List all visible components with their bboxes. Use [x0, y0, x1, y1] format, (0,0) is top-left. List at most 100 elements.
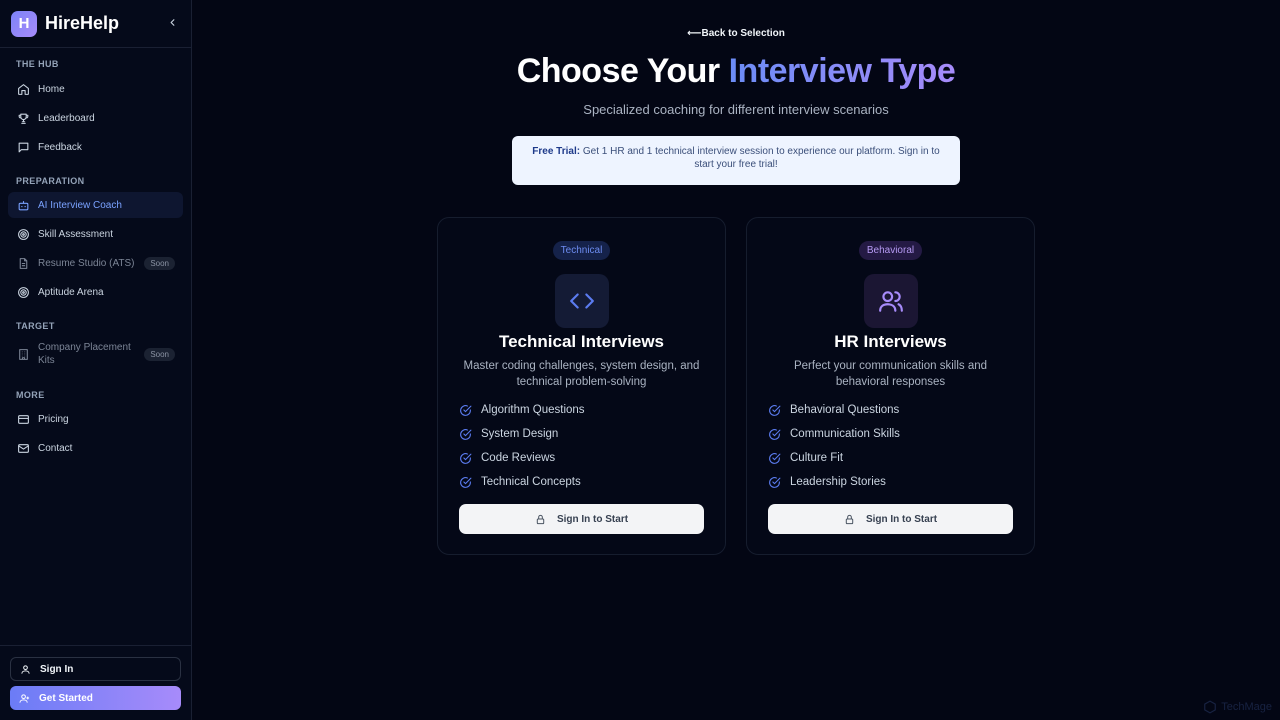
target-icon — [16, 227, 30, 241]
sidebar-item-label: Aptitude Arena — [38, 286, 104, 298]
feature-item: Culture Fit — [768, 446, 900, 470]
feature-item: Behavioral Questions — [768, 398, 900, 422]
check-circle-icon — [769, 428, 781, 440]
user-plus-icon — [19, 693, 30, 703]
sign-in-button[interactable]: Sign In — [10, 657, 181, 681]
sidebar-item-feedback[interactable]: Feedback — [8, 134, 183, 160]
trophy-icon — [16, 111, 30, 125]
check-circle-icon — [460, 476, 472, 488]
watermark-logo-icon — [1204, 700, 1217, 714]
target-icon — [16, 285, 30, 299]
page-title-plain: Choose Your — [516, 52, 729, 90]
feature-item: Algorithm Questions — [459, 398, 585, 422]
check-circle-icon — [769, 476, 781, 488]
card-title: Technical Interviews — [498, 332, 665, 351]
feature-label: Technical Concepts — [481, 476, 581, 488]
sidebar-item-label: Contact — [38, 442, 73, 454]
sidebar-item-label: Leaderboard — [38, 112, 95, 124]
users-icon — [864, 274, 918, 328]
card-description: Perfect your communication skills and be… — [793, 360, 988, 388]
section-title-hub: THE HUB — [16, 59, 59, 69]
sign-in-to-start-button[interactable]: Sign In to Start — [768, 504, 1013, 534]
file-text-icon — [16, 256, 30, 270]
sidebar-item-contact[interactable]: Contact — [8, 435, 183, 461]
section-title-preparation: PREPARATION — [16, 176, 85, 186]
sidebar-item-label: AI Interview Coach — [38, 199, 122, 211]
user-icon — [21, 664, 30, 674]
watermark-text: TechMage — [1221, 701, 1272, 713]
feature-item: Communication Skills — [768, 422, 900, 446]
back-to-selection-link[interactable]: ⟵Back to Selection — [192, 28, 1280, 39]
check-circle-icon — [460, 452, 472, 464]
sidebar-item-aptitude-arena[interactable]: Aptitude Arena — [8, 279, 183, 305]
card-description: Master coding challenges, system design,… — [463, 360, 700, 388]
sidebar: H HireHelp THE HUB Home Leaderboard Feed… — [0, 0, 192, 720]
sign-in-label: Sign In — [40, 663, 74, 675]
feature-item: Leadership Stories — [768, 470, 900, 494]
lock-icon — [845, 514, 854, 524]
button-label: Sign In to Start — [865, 513, 938, 525]
category-tag: Technical — [552, 241, 611, 260]
button-label: Sign In to Start — [556, 513, 629, 525]
feature-item: Code Reviews — [459, 446, 585, 470]
chevron-left-icon[interactable] — [164, 16, 180, 31]
brand-name[interactable]: HireHelp — [45, 13, 164, 34]
sidebar-item-label: Home — [38, 83, 65, 95]
sidebar-footer: Sign In Get Started — [0, 645, 191, 720]
sidebar-item-label: Pricing — [38, 413, 69, 425]
home-icon — [16, 82, 30, 96]
bot-icon — [16, 198, 30, 212]
feature-item: System Design — [459, 422, 585, 446]
feature-label: Culture Fit — [790, 452, 844, 464]
free-trial-banner: Free Trial: Get 1 HR and 1 technical int… — [512, 136, 960, 185]
brand-logo[interactable]: H — [11, 10, 37, 37]
feature-label: Communication Skills — [790, 428, 900, 440]
code-icon — [555, 274, 609, 328]
sidebar-item-leaderboard[interactable]: Leaderboard — [8, 105, 183, 131]
lock-icon — [536, 514, 545, 524]
sidebar-item-company-placement-kits[interactable]: Company Placement Kits Soon — [8, 337, 183, 371]
section-title-more: MORE — [16, 390, 45, 400]
section-title-target: TARGET — [16, 321, 55, 331]
sidebar-item-label: Skill Assessment — [38, 228, 114, 240]
check-circle-icon — [460, 428, 472, 440]
check-circle-icon — [769, 452, 781, 464]
soon-badge: Soon — [144, 256, 175, 270]
feature-label: System Design — [481, 428, 559, 440]
category-tag: Behavioral — [858, 241, 923, 260]
sidebar-item-label: Feedback — [38, 141, 82, 153]
get-started-label: Get Started — [39, 692, 93, 704]
sidebar-item-pricing[interactable]: Pricing — [8, 406, 183, 432]
free-trial-label: Free Trial: — [532, 146, 581, 157]
feature-label: Leadership Stories — [790, 476, 886, 488]
feature-label: Algorithm Questions — [481, 404, 585, 416]
brand-header: H HireHelp — [0, 0, 191, 48]
sidebar-item-label: Company Placement Kits — [38, 342, 131, 366]
building-icon — [16, 347, 30, 361]
feature-item: Technical Concepts — [459, 470, 585, 494]
message-square-icon — [16, 140, 30, 154]
sidebar-item-resume-studio[interactable]: Resume Studio (ATS) Soon — [8, 250, 183, 276]
sign-in-to-start-button[interactable]: Sign In to Start — [459, 504, 704, 534]
hr-interview-card[interactable]: Behavioral HR Interviews Perfect your co… — [746, 217, 1035, 555]
page-title: Choose Your Interview Type — [192, 52, 1280, 91]
card-title: HR Interviews — [834, 332, 947, 351]
soon-badge: Soon — [144, 347, 175, 361]
main-content: ⟵Back to Selection Choose Your Interview… — [192, 0, 1280, 720]
watermark: TechMage — [1203, 700, 1272, 714]
get-started-button[interactable]: Get Started — [10, 686, 181, 710]
page-subtitle: Specialized coaching for different inter… — [583, 102, 889, 117]
technical-interview-card[interactable]: Technical Technical Interviews Master co… — [437, 217, 726, 555]
check-circle-icon — [769, 404, 781, 416]
sidebar-item-home[interactable]: Home — [8, 76, 183, 102]
free-trial-text: Get 1 HR and 1 technical interview sessi… — [580, 146, 940, 170]
page-title-accent: Interview Type — [728, 52, 956, 90]
sidebar-item-skill-assessment[interactable]: Skill Assessment — [8, 221, 183, 247]
credit-card-icon — [16, 412, 30, 426]
feature-label: Behavioral Questions — [790, 404, 900, 416]
check-circle-icon — [460, 404, 472, 416]
arrow-left-icon: ⟵ — [687, 28, 702, 39]
feature-label: Code Reviews — [481, 452, 556, 464]
feature-list: Algorithm Questions System Design Code R… — [459, 398, 585, 494]
sidebar-item-ai-interview-coach[interactable]: AI Interview Coach — [8, 192, 183, 218]
